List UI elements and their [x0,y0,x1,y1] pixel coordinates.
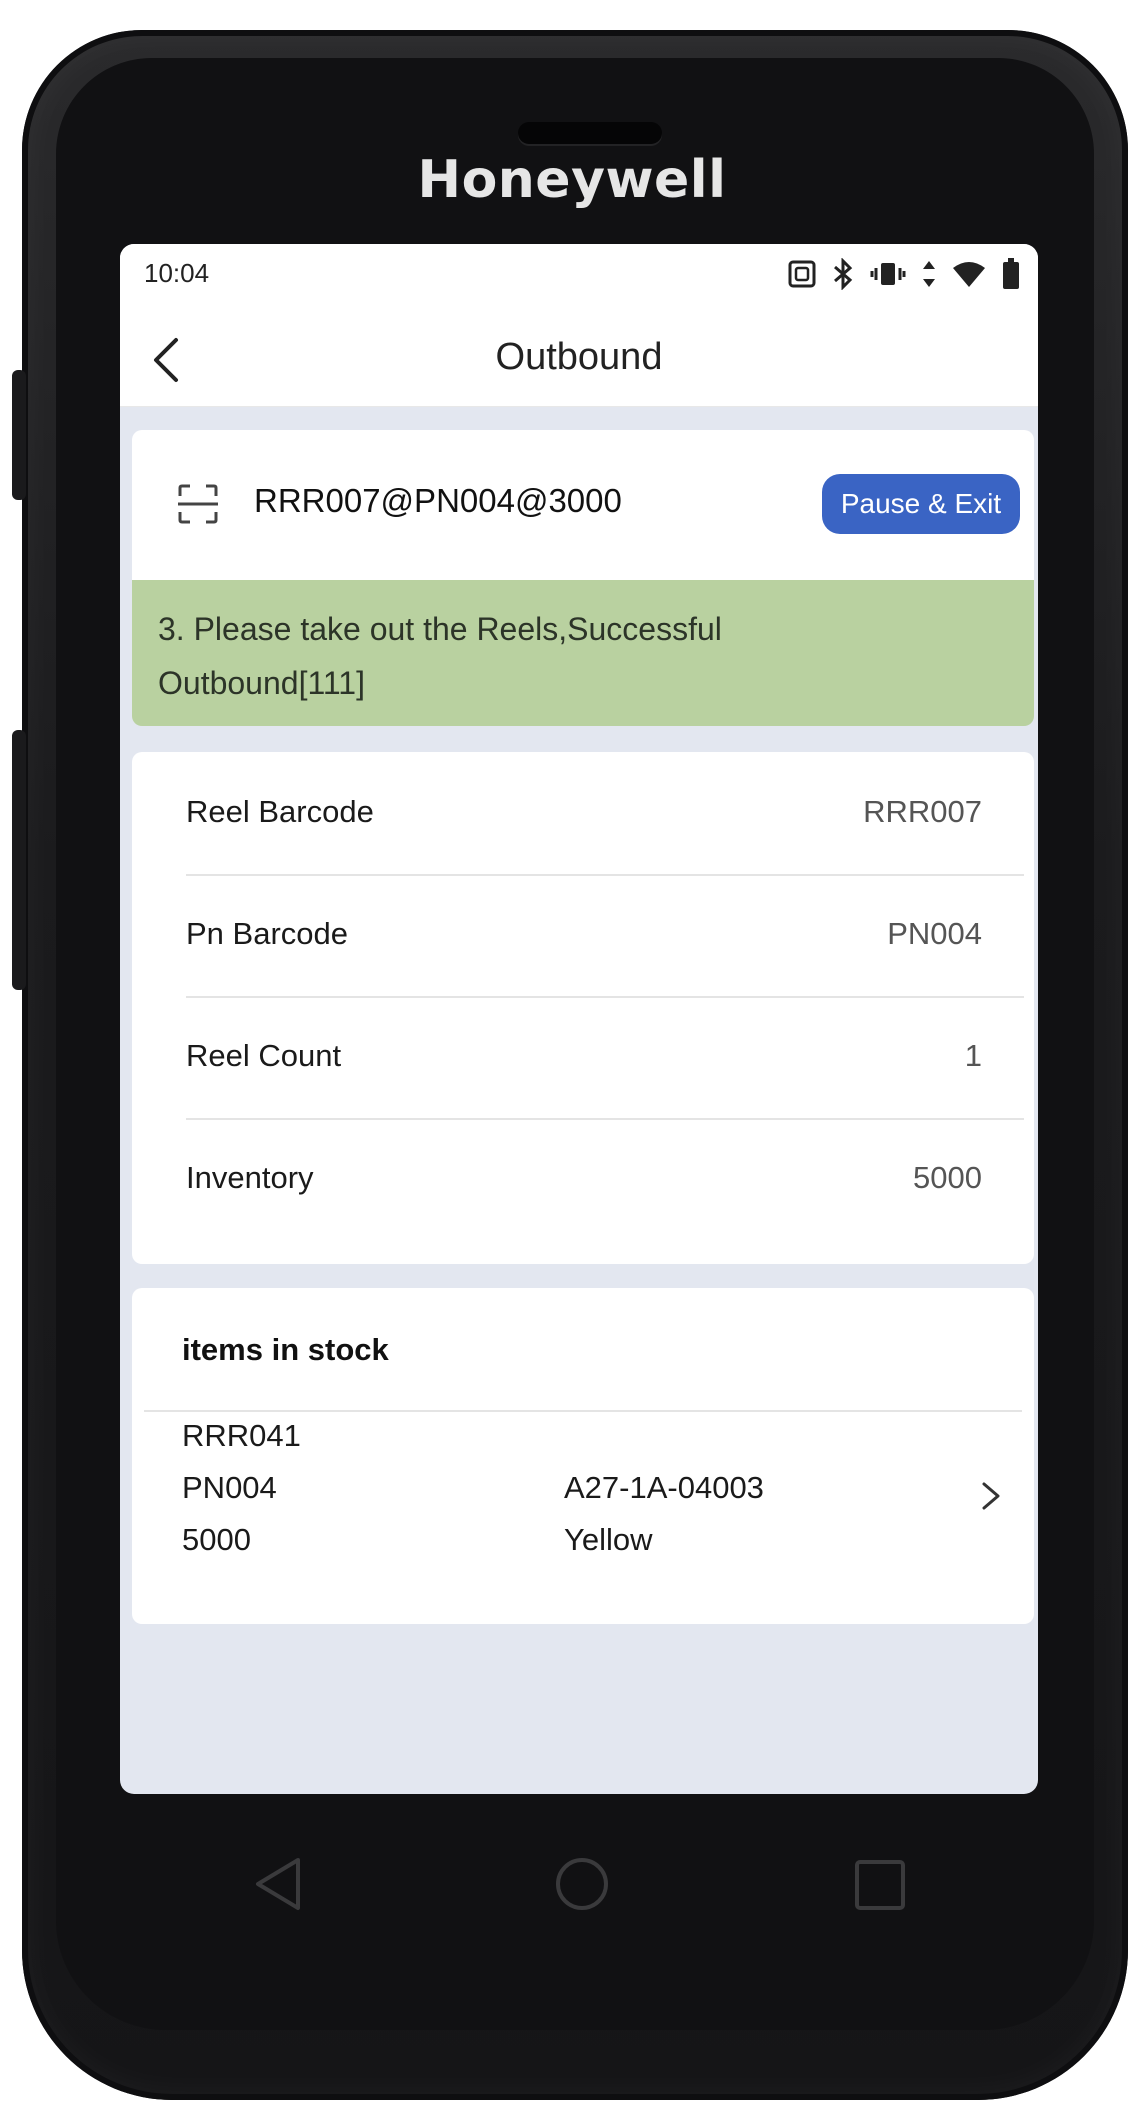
stock-card: items in stock RRR041 PN004 5000 A27-1A-… [132,1288,1034,1624]
data-arrows-icon [922,259,936,294]
stock-reel: RRR041 [182,1418,301,1453]
scan-icon[interactable] [176,482,220,526]
detail-value: RRR007 [863,794,982,829]
app-bar: Outbound [120,314,1038,407]
chevron-right-icon [978,1476,1004,1516]
status-icons [788,257,1020,295]
side-button [12,370,26,500]
detail-row-reel-count: Reel Count 1 [186,996,1024,1120]
stock-heading: items in stock [182,1332,389,1367]
bluetooth-icon [832,257,854,295]
nfc-icon [788,260,816,293]
vibrate-icon [870,260,906,293]
back-key-icon[interactable] [250,1854,306,1919]
detail-label: Reel Count [186,1038,342,1073]
brand-logo: Honeywell [417,150,727,210]
wifi-icon [952,260,986,293]
reel-details-card: Reel Barcode RRR007 Pn Barcode PN004 Ree… [132,752,1034,1264]
recents-key-icon[interactable] [852,1854,908,1919]
status-time: 10:04 [144,258,210,288]
battery-icon [1002,258,1020,295]
detail-row-pn-barcode: Pn Barcode PN004 [186,874,1024,998]
side-button [12,730,26,990]
stock-color: Yellow [564,1522,653,1557]
stock-list-item[interactable]: RRR041 PN004 5000 A27-1A-04003 Yellow [132,1412,1034,1612]
status-message-banner: 3. Please take out the Reels,Successful … [132,580,1034,726]
earpiece-speaker [518,122,662,144]
pause-exit-button[interactable]: Pause & Exit [822,474,1020,534]
detail-row-inventory: Inventory 5000 [186,1118,1024,1240]
detail-row-reel-barcode: Reel Barcode RRR007 [186,752,1024,876]
page-title: Outbound [495,336,663,378]
detail-label: Pn Barcode [186,916,348,951]
stock-location: A27-1A-04003 [564,1470,764,1505]
stock-header: items in stock [144,1288,1022,1412]
stock-qty: 5000 [182,1522,251,1557]
scan-card: RRR007@PN004@3000 Pause & Exit [132,430,1034,580]
stock-pn: PN004 [182,1470,277,1505]
status-bar: 10:04 [120,244,1038,314]
detail-label: Reel Barcode [186,794,374,829]
detail-value: 5000 [913,1160,982,1195]
detail-value: 1 [964,1038,982,1073]
screen: 10:04 Outbound RRR007@PN004@3000 Pause &… [120,244,1038,1794]
detail-value: PN004 [887,916,982,951]
navigation-keys [0,1836,1144,1936]
status-message-text: 3. Please take out the Reels,Successful … [158,611,722,701]
home-key-icon[interactable] [552,1854,612,1919]
detail-label: Inventory [186,1160,314,1195]
scan-input-value[interactable]: RRR007@PN004@3000 [254,482,622,520]
